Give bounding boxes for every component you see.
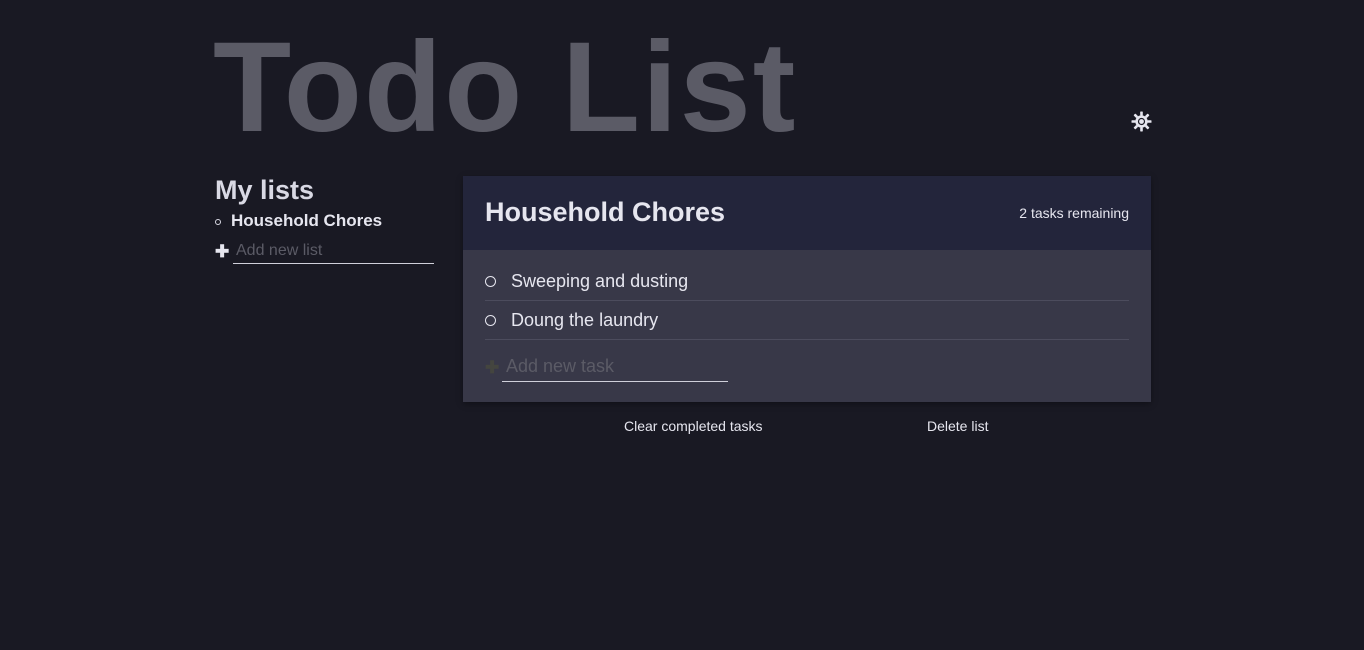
list-of-lists: Household Chores — [215, 210, 435, 232]
plus-icon[interactable]: ✚ — [215, 243, 229, 260]
task-item[interactable]: Sweeping and dusting — [485, 262, 1129, 301]
task-checkbox[interactable] — [485, 276, 496, 287]
list-title: Household Chores — [485, 197, 726, 227]
task-checkbox[interactable] — [485, 315, 496, 326]
plus-icon[interactable]: ✚ — [485, 359, 499, 376]
task-list: Sweeping and dusting Doung the laundry ✚ — [463, 250, 1151, 382]
task-item[interactable]: Doung the laundry — [485, 301, 1129, 340]
app-title: Todo List — [213, 16, 798, 159]
sidebar-title: My lists — [215, 175, 315, 205]
new-list-input[interactable] — [233, 238, 434, 264]
sun-icon — [1131, 111, 1152, 132]
panel-header: Household Chores 2 tasks remaining — [463, 176, 1151, 250]
bullet-icon — [215, 219, 221, 225]
sidebar-item-household-chores[interactable]: Household Chores — [215, 210, 435, 232]
delete-list-button[interactable]: Delete list — [927, 418, 988, 434]
new-task-input[interactable] — [502, 352, 728, 382]
todo-list-panel: Household Chores 2 tasks remaining Sweep… — [463, 176, 1151, 402]
sidebar-item-label: Household Chores — [231, 211, 383, 230]
task-label: Sweeping and dusting — [511, 271, 689, 291]
task-count: 2 tasks remaining — [1019, 205, 1129, 221]
theme-toggle-button[interactable] — [1131, 111, 1152, 132]
new-task-form: ✚ — [485, 340, 1129, 382]
task-label: Doung the laundry — [511, 310, 659, 330]
sidebar: My lists Household Chores ✚ — [215, 174, 435, 264]
todo-app: Todo List My lists Household Chores ✚ Ad… — [0, 0, 1364, 650]
new-list-form: ✚ — [215, 238, 435, 264]
clear-completed-button[interactable]: Clear completed tasks — [624, 418, 763, 434]
